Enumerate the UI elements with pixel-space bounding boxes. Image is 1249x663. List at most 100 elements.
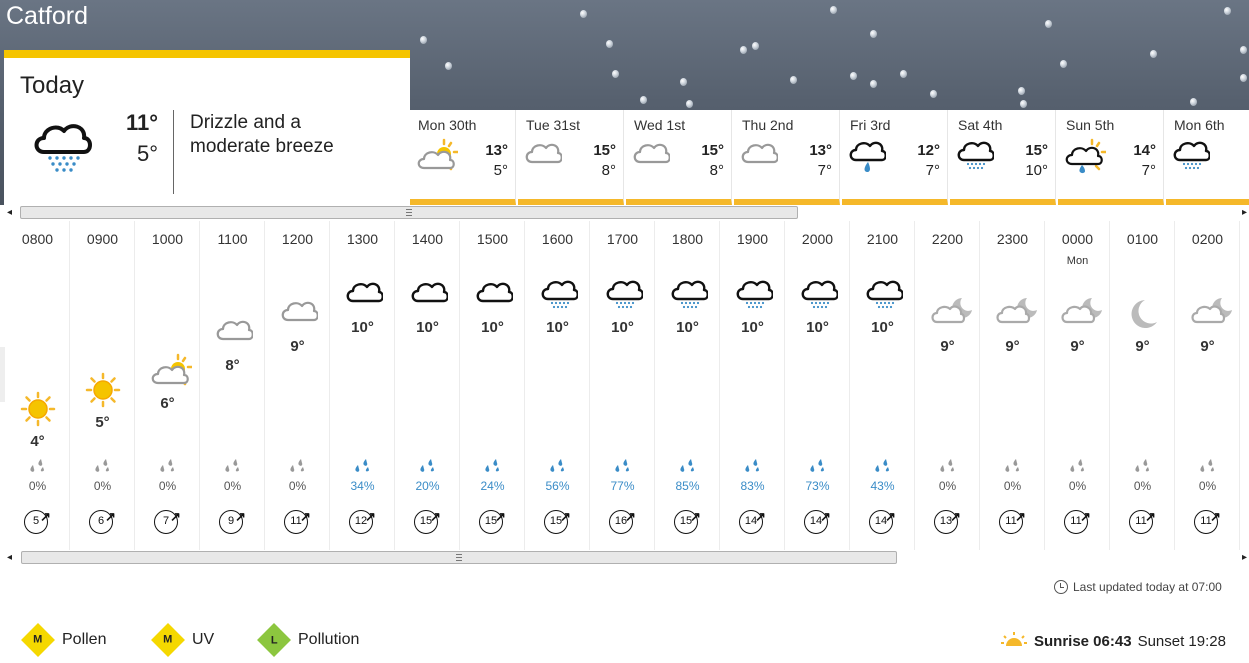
cloud-grey-icon <box>740 138 779 171</box>
daily-forecast-strip: Mon 30th 13° 5° Tue 31st 15° 8° Wed 1st 15° 8° Th… <box>410 110 1249 205</box>
precip-chance: 34% <box>350 479 375 493</box>
hour-column[interactable]: 2100 10° 43% 14 ↗ <box>850 221 915 550</box>
raindrop-decoration <box>580 10 587 18</box>
raindrop-decoration <box>1224 7 1231 15</box>
day-low: 7° <box>925 162 940 179</box>
pollution-label: Pollution <box>298 631 360 648</box>
sun-cloud-icon <box>416 138 460 179</box>
wind-direction-arrow-icon: ↗ <box>1210 509 1221 524</box>
raindrop-decoration <box>1060 60 1067 68</box>
moon-cloud-icon <box>995 296 1037 331</box>
precip-chance: 0% <box>1003 479 1022 493</box>
pollen-indicator[interactable]: M Pollen <box>21 623 107 657</box>
uv-indicator[interactable]: M UV <box>151 623 214 657</box>
today-high: 11° <box>125 110 158 135</box>
divider <box>173 110 174 194</box>
day-high: 12° <box>917 142 940 159</box>
scroll-thumb[interactable] <box>21 551 897 564</box>
raindrops-blue-icon <box>742 457 762 480</box>
day-low: 7° <box>1141 162 1156 179</box>
scroll-left-arrow-icon[interactable]: ◂ <box>7 550 12 565</box>
cloud-drizzle-icon <box>1172 138 1211 179</box>
pollution-level-badge: L <box>257 623 291 657</box>
hour-column[interactable]: 0200 9° 0% 11 ↗ <box>1175 221 1240 550</box>
hour-column[interactable]: 1700 10° 77% 16 ↗ <box>590 221 655 550</box>
hour-column[interactable]: 1900 10° 83% 14 ↗ <box>720 221 785 550</box>
hour-column[interactable]: 0800 4° 0% 5 ↗ <box>5 221 70 550</box>
day-card[interactable]: Thu 2nd 13° 7° <box>734 110 840 205</box>
day-low: 8° <box>709 162 724 179</box>
day-card[interactable]: Fri 3rd 12° 7° <box>842 110 948 205</box>
hour-column[interactable]: 0100 9° 0% 11 ↗ <box>1110 221 1175 550</box>
wind-direction-arrow-icon: ↗ <box>365 509 376 524</box>
wind-speed: 11 ↗ <box>1194 509 1222 538</box>
raindrops-blue-icon <box>352 457 372 480</box>
raindrop-decoration <box>1150 50 1157 58</box>
day-card[interactable]: Sat 4th 15° 10° <box>950 110 1056 205</box>
scroll-thumb[interactable] <box>20 206 798 219</box>
hourly-scrollbar[interactable]: ◂ ▸ <box>5 550 1249 565</box>
hour-column[interactable]: 0000 Mon 9° 0% 11 ↗ <box>1045 221 1110 550</box>
day-card[interactable]: Wed 1st 15° 8° <box>626 110 732 205</box>
pollen-level-badge: M <box>21 623 55 657</box>
today-title: Today <box>20 72 85 99</box>
last-updated-text: Last updated today at 07:00 <box>1073 580 1222 594</box>
moon-cloud-icon <box>930 296 972 331</box>
hour-column[interactable]: 2200 9° 0% 13 ↗ <box>915 221 980 550</box>
wind-direction-arrow-icon: ↗ <box>235 509 246 524</box>
raindrop-decoration <box>1018 87 1025 95</box>
hour-column[interactable]: 2000 10° 73% 14 ↗ <box>785 221 850 550</box>
sun-cloud-rain-icon <box>1064 138 1108 179</box>
cloud-drizzle-icon <box>540 277 579 318</box>
raindrop-decoration <box>1020 100 1027 108</box>
grip-icon <box>406 209 412 216</box>
hour-time: 1800 <box>671 231 704 247</box>
wind-direction-arrow-icon: ↗ <box>1015 509 1026 524</box>
hour-temp: 10° <box>676 319 699 336</box>
scroll-left-arrow-icon[interactable]: ◂ <box>7 205 12 220</box>
sunset-time: Sunset 19:28 <box>1137 632 1226 650</box>
wind-direction-arrow-icon: ↗ <box>430 509 441 524</box>
hour-column[interactable]: 1800 10° 85% 15 ↗ <box>655 221 720 550</box>
hour-temp: 10° <box>481 319 504 336</box>
wind-speed: 11 ↗ <box>999 509 1027 538</box>
today-panel[interactable]: Today 11° 5° Drizzle and a moderate bree… <box>4 50 410 205</box>
wind-speed: 14 ↗ <box>804 509 832 538</box>
day-high: 13° <box>485 142 508 159</box>
day-high: 15° <box>1025 142 1048 159</box>
scroll-right-arrow-icon[interactable]: ▸ <box>1242 550 1247 565</box>
hour-column[interactable]: 1100 8° 0% 9 ↗ <box>200 221 265 550</box>
day-high: 15° <box>593 142 616 159</box>
day-card[interactable]: Mon 6th 1 <box>1166 110 1249 205</box>
hour-column[interactable]: 1000 6° 0% 7 ↗ <box>135 221 200 550</box>
precip-chance: 0% <box>93 479 112 493</box>
hour-column[interactable]: 1500 10° 24% 15 ↗ <box>460 221 525 550</box>
day-high: 13° <box>809 142 832 159</box>
moon-cloud-icon <box>1060 296 1102 331</box>
daily-scrollbar[interactable]: ◂ ▸ <box>5 205 1249 220</box>
hour-column[interactable]: 0900 5° 0% 6 ↗ <box>70 221 135 550</box>
day-card[interactable]: Sun 5th 14° 7° <box>1058 110 1164 205</box>
raindrops-blue-icon <box>872 457 892 480</box>
scroll-right-arrow-icon[interactable]: ▸ <box>1242 205 1247 220</box>
raindrops-blue-icon <box>482 457 502 480</box>
raindrop-decoration <box>900 70 907 78</box>
hour-temp: 4° <box>30 433 45 450</box>
wind-direction-arrow-icon: ↗ <box>950 509 961 524</box>
pollen-label: Pollen <box>62 631 107 648</box>
wind-direction-arrow-icon: ↗ <box>1145 509 1156 524</box>
hour-column[interactable]: 2300 9° 0% 11 ↗ <box>980 221 1045 550</box>
precip-chance: 24% <box>480 479 505 493</box>
hour-column[interactable]: 1300 10° 34% 12 ↗ <box>330 221 395 550</box>
pollution-indicator[interactable]: L Pollution <box>257 623 360 657</box>
day-card[interactable]: Mon 30th 13° 5° <box>410 110 516 205</box>
hour-column[interactable]: 1200 9° 0% 11 ↗ <box>265 221 330 550</box>
wind-direction-arrow-icon: ↗ <box>300 509 311 524</box>
day-card[interactable]: Tue 31st 15° 8° <box>518 110 624 205</box>
raindrops-grey-icon <box>1002 457 1022 480</box>
wind-direction-arrow-icon: ↗ <box>560 509 571 524</box>
hour-column[interactable]: 1400 10° 20% 15 ↗ <box>395 221 460 550</box>
day-label: Mon 6th <box>1174 117 1225 133</box>
hour-column[interactable]: 1600 10° 56% 15 ↗ <box>525 221 590 550</box>
precip-chance: 20% <box>415 479 440 493</box>
